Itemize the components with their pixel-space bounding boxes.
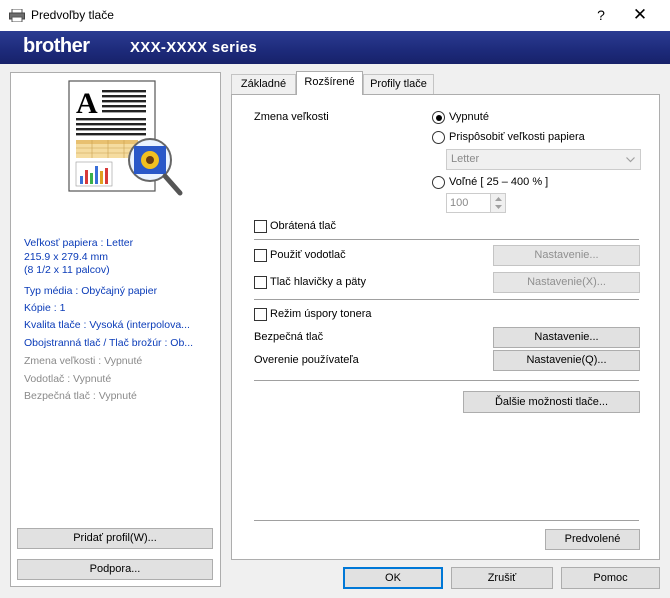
more-print-options-button[interactable]: Ďalšie možnosti tlače... (463, 391, 640, 413)
free-scaling-radio[interactable] (432, 176, 445, 189)
window-title: Predvoľby tlače (31, 8, 114, 22)
free-scaling-spinner[interactable]: 100 (446, 193, 506, 213)
scaling-off-label: Vypnuté (449, 111, 489, 123)
secure-print-settings-button[interactable]: Nastavenie... (493, 327, 640, 348)
support-button[interactable]: Podpora... (17, 559, 213, 580)
ok-button[interactable]: OK (343, 567, 443, 589)
reverse-print-label: Obrátená tlač (270, 220, 337, 232)
defaults-button[interactable]: Predvolené (545, 529, 640, 550)
paper-size-info: Veľkosť papiera : Letter (24, 237, 134, 249)
spinner-arrows[interactable] (490, 194, 505, 212)
paper-size-combo[interactable]: Letter (446, 149, 641, 170)
secure-print-info: Bezpečná tlač : Vypnuté (24, 390, 137, 402)
brand-banner: brother XXX-XXXX series (0, 31, 670, 64)
close-icon[interactable]: ✕ (627, 3, 653, 27)
help-button[interactable]: Pomoc (561, 567, 660, 589)
fit-to-paper-label: Prispôsobiť veľkosti papiera (449, 131, 585, 143)
page-preview-icon: A (68, 80, 183, 196)
chevron-down-icon (626, 157, 635, 163)
copies-info: Kópie : 1 (24, 302, 66, 314)
header-footer-settings-button[interactable]: Nastavenie(X)... (493, 272, 640, 293)
watermark-checkbox[interactable] (254, 249, 267, 262)
quality-info: Kvalita tlače : Vysoká (interpolova... (24, 319, 190, 331)
reverse-print-checkbox[interactable] (254, 220, 267, 233)
scaling-info: Zmena veľkosti : Vypnuté (24, 355, 143, 367)
svg-text:A: A (76, 87, 98, 120)
header-footer-checkbox[interactable] (254, 276, 267, 289)
printer-icon (9, 9, 25, 22)
paper-size-combo-value: Letter (451, 153, 480, 165)
watermark-label: Použiť vodotlač (270, 249, 346, 261)
paper-dimension-mm: 215.9 x 279.4 mm (24, 251, 109, 263)
separator (254, 520, 639, 521)
title-bar: Predvoľby tlače ? ✕ (0, 0, 670, 31)
media-type-info: Typ média : Obyčajný papier (24, 285, 158, 297)
scaling-off-radio[interactable] (432, 111, 445, 124)
scaling-label: Zmena veľkosti (254, 111, 329, 123)
watermark-settings-button[interactable]: Nastavenie... (493, 245, 640, 266)
separator (254, 380, 639, 381)
spin-down-icon (495, 205, 502, 209)
separator (254, 299, 639, 300)
free-scaling-value: 100 (450, 197, 469, 209)
model-series: XXX-XXXX series (130, 39, 258, 56)
header-footer-label: Tlač hlavičky a päty (270, 276, 366, 288)
separator (254, 239, 639, 240)
secure-print-label: Bezpečná tlač (254, 331, 324, 343)
tab-print-profiles[interactable]: Profily tlače (363, 74, 434, 94)
add-profile-button[interactable]: Pridať profil(W)... (17, 528, 213, 549)
fit-to-paper-radio[interactable] (432, 131, 445, 144)
toner-save-label: Režim úspory tonera (270, 308, 372, 320)
paper-dimension-inch: (8 1/2 x 11 palcov) (24, 264, 110, 276)
watermark-info: Vodotlač : Vypnuté (24, 373, 112, 385)
spin-up-icon (495, 197, 502, 201)
free-scaling-label: Voľné [ 25 – 400 % ] (449, 176, 549, 188)
tab-basic[interactable]: Základné (231, 74, 296, 94)
user-auth-settings-button[interactable]: Nastavenie(Q)... (493, 350, 640, 371)
duplex-info: Obojstranná tlač / Tlač brožúr : Ob... (24, 337, 194, 349)
brother-logo: brother (23, 35, 90, 57)
tab-advanced[interactable]: Rozšírené (296, 71, 363, 95)
cancel-button[interactable]: Zrušiť (451, 567, 553, 589)
help-icon[interactable]: ? (589, 3, 613, 27)
user-auth-label: Overenie používateľa (254, 354, 359, 366)
toner-save-checkbox[interactable] (254, 308, 267, 321)
